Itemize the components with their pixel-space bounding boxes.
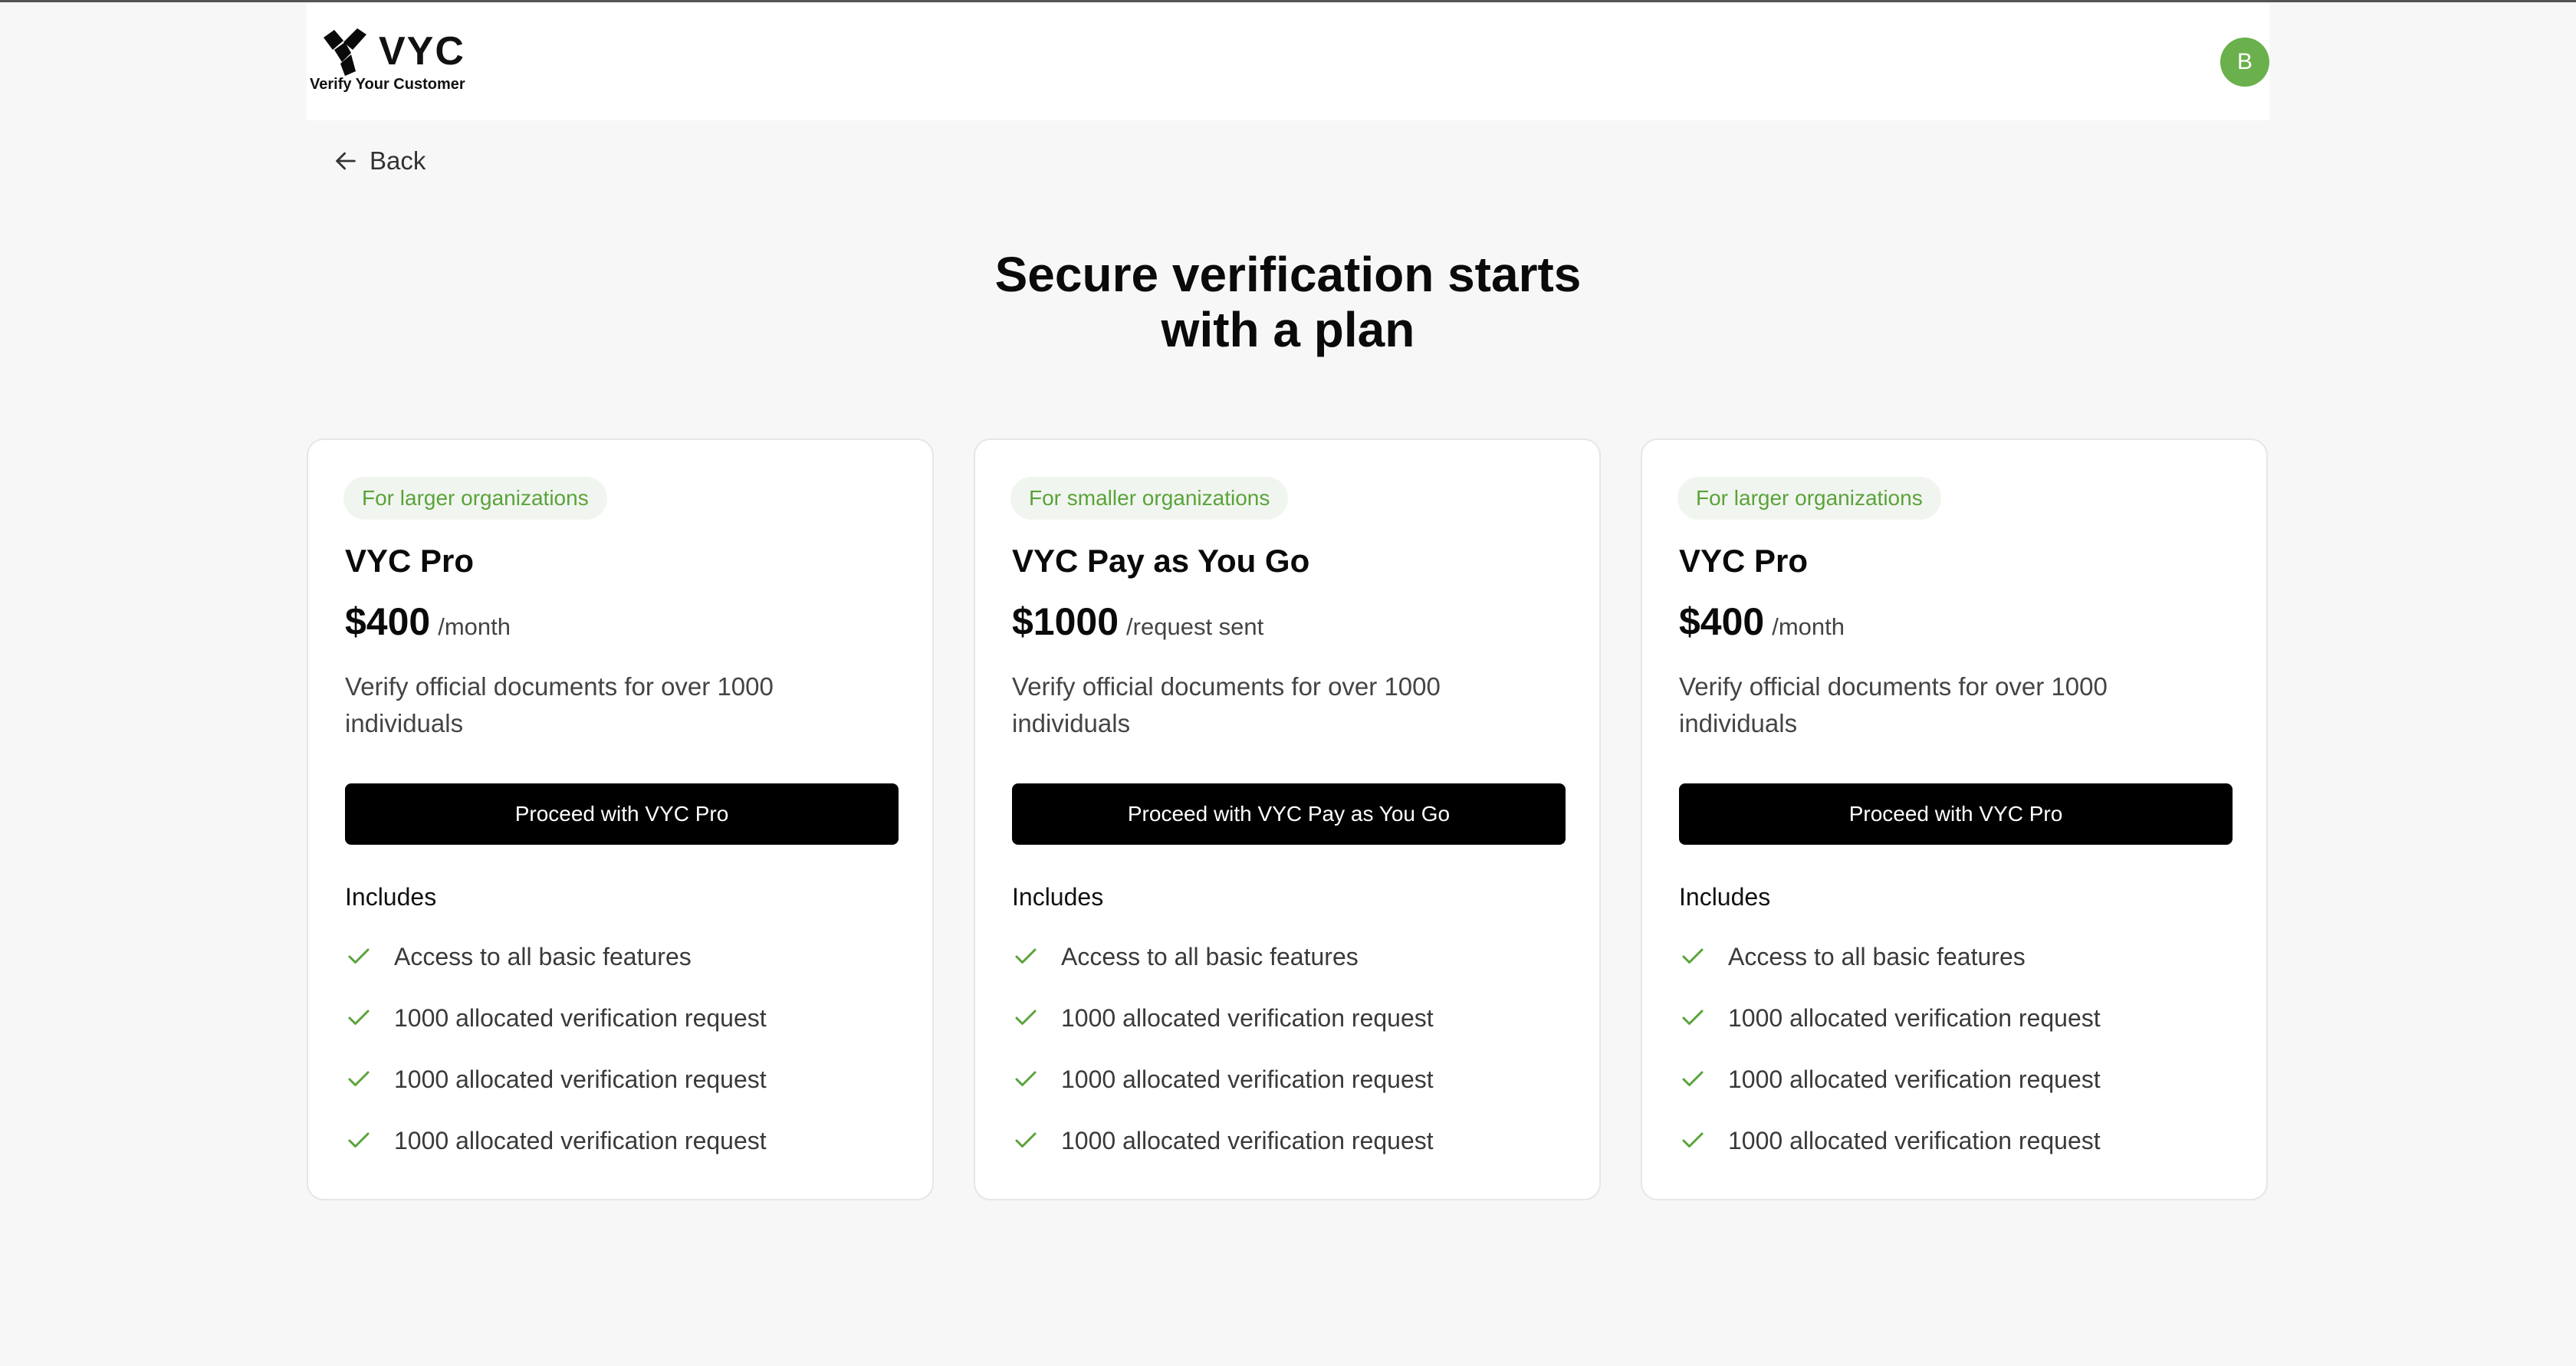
feature-text: 1000 allocated verification request xyxy=(1061,1066,1434,1093)
plan-card: For smaller organizations VYC Pay as You… xyxy=(974,438,1601,1200)
feature-item: 1000 allocated verification request xyxy=(345,1064,767,1125)
feature-list: Access to all basic features 1000 alloca… xyxy=(1679,941,2101,1187)
page-title-line-2: with a plan xyxy=(1161,302,1415,357)
check-icon xyxy=(348,1132,370,1148)
back-label: Back xyxy=(370,146,426,175)
plan-name: VYC Pay as You Go xyxy=(1012,543,1310,579)
check-icon xyxy=(1682,1071,1704,1086)
plan-description: Verify official documents for over 1000 … xyxy=(1679,672,2108,737)
feature-item: 1000 allocated verification request xyxy=(1012,1125,1434,1187)
logo-text: VYC xyxy=(379,29,465,74)
logo-tagline: Verify Your Customer xyxy=(310,76,465,93)
page-title-line-1: Secure verification starts xyxy=(994,247,1582,302)
user-avatar[interactable]: B xyxy=(2220,38,2269,87)
includes-heading: Includes xyxy=(345,883,437,911)
check-icon xyxy=(1682,1132,1704,1148)
logo[interactable]: VYC Verify Your Customer xyxy=(308,24,492,100)
proceed-button[interactable]: Proceed with VYC Pro xyxy=(1679,783,2233,845)
feature-item: Access to all basic features xyxy=(345,941,767,1003)
app-header: VYC Verify Your Customer B xyxy=(307,2,2269,120)
plan-period: /month xyxy=(438,613,511,640)
plan-price: $400 xyxy=(1679,600,1765,643)
proceed-button[interactable]: Proceed with VYC Pro xyxy=(345,783,899,845)
price-row: $400 /month xyxy=(345,599,511,644)
feature-text: 1000 allocated verification request xyxy=(394,1004,767,1032)
check-icon xyxy=(348,948,370,964)
vyc-logo-icon xyxy=(324,28,366,76)
check-icon xyxy=(1682,1010,1704,1025)
plan-period: /request sent xyxy=(1126,613,1264,640)
check-icon xyxy=(348,1010,370,1025)
plan-badge: For larger organizations xyxy=(1677,477,1941,520)
check-icon xyxy=(1015,948,1037,964)
feature-text: 1000 allocated verification request xyxy=(394,1066,767,1093)
plan-price: $400 xyxy=(345,600,431,643)
plan-card: For larger organizations VYC Pro $400 /m… xyxy=(307,438,934,1200)
includes-heading: Includes xyxy=(1679,883,1771,911)
feature-text: 1000 allocated verification request xyxy=(1061,1004,1434,1032)
plan-badge: For smaller organizations xyxy=(1010,477,1289,520)
feature-item: 1000 allocated verification request xyxy=(1012,1003,1434,1064)
feature-item: Access to all basic features xyxy=(1012,941,1434,1003)
feature-list: Access to all basic features 1000 alloca… xyxy=(1012,941,1434,1187)
feature-item: Access to all basic features xyxy=(1679,941,2101,1003)
plan-name: VYC Pro xyxy=(345,543,475,579)
price-row: $400 /month xyxy=(1679,599,1845,644)
feature-text: Access to all basic features xyxy=(394,943,692,970)
check-icon xyxy=(1015,1132,1037,1148)
plan-price: $1000 xyxy=(1012,600,1119,643)
includes-heading: Includes xyxy=(1012,883,1104,911)
plan-card: For larger organizations VYC Pro $400 /m… xyxy=(1641,438,2268,1200)
feature-list: Access to all basic features 1000 alloca… xyxy=(345,941,767,1187)
feature-item: 1000 allocated verification request xyxy=(345,1125,767,1187)
check-icon xyxy=(1682,948,1704,964)
price-row: $1000 /request sent xyxy=(1012,599,1263,644)
plan-description: Verify official documents for over 1000 … xyxy=(345,672,774,737)
pricing-cards: For larger organizations VYC Pro $400 /m… xyxy=(307,438,2269,1202)
feature-item: 1000 allocated verification request xyxy=(345,1003,767,1064)
feature-item: 1000 allocated verification request xyxy=(1012,1064,1434,1125)
feature-text: 1000 allocated verification request xyxy=(1728,1127,2101,1154)
feature-text: 1000 allocated verification request xyxy=(394,1127,767,1154)
feature-text: 1000 allocated verification request xyxy=(1728,1066,2101,1093)
proceed-button[interactable]: Proceed with VYC Pay as You Go xyxy=(1012,783,1566,845)
feature-text: 1000 allocated verification request xyxy=(1728,1004,2101,1032)
feature-item: 1000 allocated verification request xyxy=(1679,1125,2101,1187)
feature-item: 1000 allocated verification request xyxy=(1679,1003,2101,1064)
back-button[interactable]: Back xyxy=(333,143,426,179)
feature-text: Access to all basic features xyxy=(1728,943,2026,970)
feature-text: 1000 allocated verification request xyxy=(1061,1127,1434,1154)
check-icon xyxy=(1015,1071,1037,1086)
feature-text: Access to all basic features xyxy=(1061,943,1359,970)
plan-name: VYC Pro xyxy=(1679,543,1809,579)
page-title: Secure verification starts with a plan xyxy=(307,247,2269,357)
feature-item: 1000 allocated verification request xyxy=(1679,1064,2101,1125)
plan-period: /month xyxy=(1772,613,1845,640)
check-icon xyxy=(1015,1010,1037,1025)
arrow-left-icon xyxy=(336,152,356,170)
plan-badge: For larger organizations xyxy=(343,477,607,520)
check-icon xyxy=(348,1071,370,1086)
plan-description: Verify official documents for over 1000 … xyxy=(1012,672,1441,737)
